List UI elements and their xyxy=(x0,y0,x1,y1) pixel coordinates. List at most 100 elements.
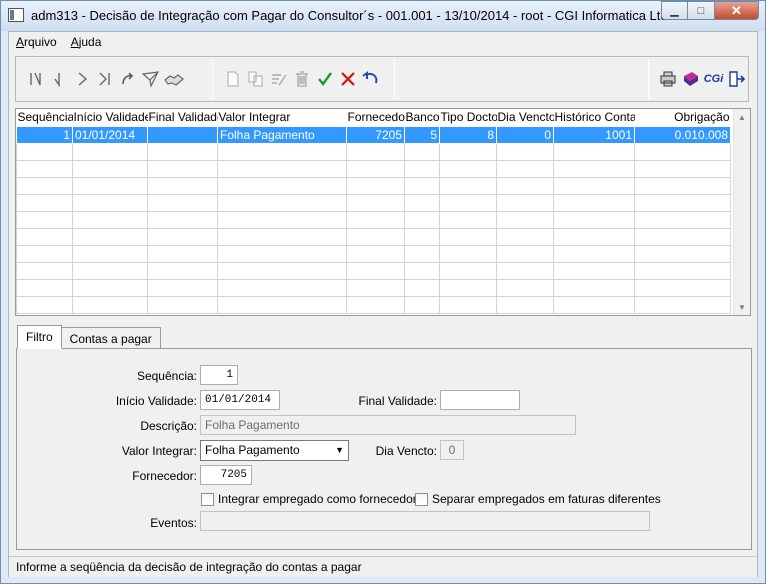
cell-sequencia: 1 xyxy=(16,125,73,144)
table-row-empty[interactable] xyxy=(16,193,731,212)
integrar-empregado-checkbox[interactable]: Integrar empregado como fornecedor xyxy=(201,492,417,506)
empty-cell xyxy=(147,227,218,246)
client-area: Arquivo Ajuda CGi Sequência Início Valid… xyxy=(8,31,758,577)
col-fornecedor[interactable]: Fornecedor xyxy=(346,109,405,126)
empty-cell xyxy=(439,244,497,263)
records-table: Sequência Início Validade Final Validade… xyxy=(16,109,731,314)
empty-cell xyxy=(634,244,731,263)
undo-icon[interactable] xyxy=(359,68,382,90)
handshake-icon[interactable] xyxy=(162,68,185,90)
empty-cell xyxy=(217,278,347,297)
empty-cell xyxy=(439,210,497,229)
next-record-icon[interactable] xyxy=(70,68,93,90)
col-dia-vencto[interactable]: Dia Vencto xyxy=(496,109,554,126)
empty-cell xyxy=(16,159,73,178)
delete-icon[interactable] xyxy=(290,68,313,90)
table-row[interactable]: 1 01/01/2014 Folha Pagamento 7205 5 8 0 … xyxy=(16,125,731,144)
checkbox-box[interactable] xyxy=(201,492,214,506)
col-obrigacao[interactable]: Obrigação xyxy=(634,109,731,126)
empty-cell xyxy=(217,295,347,314)
empty-cell xyxy=(72,142,148,161)
filter-icon[interactable] xyxy=(139,68,162,90)
table-row-empty[interactable] xyxy=(16,210,731,229)
empty-cell xyxy=(553,227,635,246)
empty-cell xyxy=(346,193,405,212)
col-historico-contas[interactable]: Histórico Contas xyxy=(553,109,635,126)
table-row-empty[interactable] xyxy=(16,159,731,178)
col-final-validade[interactable]: Final Validade xyxy=(147,109,218,126)
empty-cell xyxy=(404,142,440,161)
new-record-icon[interactable] xyxy=(221,68,244,90)
empty-cell xyxy=(217,261,347,280)
empty-cell xyxy=(634,227,731,246)
valor-integrar-value: Folha Pagamento xyxy=(205,443,300,457)
cgi-logo[interactable]: CGi xyxy=(702,68,725,90)
table-row-empty[interactable] xyxy=(16,244,731,263)
final-validade-label: Final Validade: xyxy=(358,394,438,408)
separar-empregados-checkbox[interactable]: Separar empregados em faturas diferentes xyxy=(415,492,661,506)
empty-cell xyxy=(217,176,347,195)
menu-ajuda[interactable]: Ajuda xyxy=(71,35,102,49)
col-tipo-docto[interactable]: Tipo Docto xyxy=(439,109,497,126)
title-bar[interactable]: adm313 - Decisão de Integração com Pagar… xyxy=(1,1,765,31)
eventos-label: Eventos: xyxy=(150,516,197,530)
empty-cell xyxy=(634,261,731,280)
edit-icon[interactable] xyxy=(267,68,290,90)
tab-contas-a-pagar[interactable]: Contas a pagar xyxy=(60,327,161,349)
col-sequencia[interactable]: Sequência xyxy=(16,109,73,126)
empty-cell xyxy=(346,278,405,297)
table-row-empty[interactable] xyxy=(16,227,731,246)
close-button[interactable]: ✕ xyxy=(715,1,759,20)
table-row-empty[interactable] xyxy=(16,261,731,280)
dia-vencto-input[interactable]: 0 xyxy=(440,440,464,460)
exit-icon[interactable] xyxy=(725,68,748,90)
empty-cell xyxy=(496,227,554,246)
first-record-icon[interactable] xyxy=(24,68,47,90)
maximize-button[interactable]: □ xyxy=(688,1,715,20)
help-book-icon[interactable] xyxy=(679,68,702,90)
empty-cell xyxy=(496,244,554,263)
empty-cell xyxy=(404,244,440,263)
previous-record-icon[interactable] xyxy=(47,68,70,90)
cell-dia-vencto: 0 xyxy=(496,125,554,144)
sequencia-input[interactable]: 1 xyxy=(200,365,238,385)
empty-cell xyxy=(72,295,148,314)
print-icon[interactable] xyxy=(656,68,679,90)
refresh-icon[interactable] xyxy=(116,68,139,90)
empty-cell xyxy=(496,210,554,229)
empty-cell xyxy=(72,244,148,263)
scroll-down-icon[interactable]: ▼ xyxy=(734,299,750,315)
col-inicio-validade[interactable]: Início Validade xyxy=(72,109,148,126)
copy-icon[interactable] xyxy=(244,68,267,90)
inicio-validade-input[interactable]: 01/01/2014 xyxy=(200,390,280,410)
table-row-empty[interactable] xyxy=(16,295,731,314)
checkbox-box[interactable] xyxy=(415,492,428,506)
tab-filtro[interactable]: Filtro xyxy=(17,325,62,349)
table-row-empty[interactable] xyxy=(16,278,731,297)
records-grid[interactable]: Sequência Início Validade Final Validade… xyxy=(15,108,751,316)
table-row-empty[interactable] xyxy=(16,176,731,195)
empty-cell xyxy=(346,142,405,161)
descricao-input[interactable]: Folha Pagamento xyxy=(200,415,576,435)
menu-arquivo[interactable]: Arquivo xyxy=(16,35,57,49)
empty-cell xyxy=(439,193,497,212)
fornecedor-input[interactable]: 7205 xyxy=(200,465,252,485)
scroll-up-icon[interactable]: ▲ xyxy=(734,109,750,125)
empty-cell xyxy=(634,142,731,161)
app-icon[interactable] xyxy=(8,8,24,22)
empty-cell xyxy=(72,261,148,280)
minimize-button[interactable]: ▁ xyxy=(661,1,688,20)
empty-cell xyxy=(147,193,218,212)
window-title: adm313 - Decisão de Integração com Pagar… xyxy=(31,8,675,23)
cancel-icon[interactable] xyxy=(336,68,359,90)
last-record-icon[interactable] xyxy=(93,68,116,90)
final-validade-input[interactable] xyxy=(440,390,520,410)
grid-vertical-scrollbar[interactable]: ▲ ▼ xyxy=(733,109,750,315)
table-row-empty[interactable] xyxy=(16,142,731,161)
eventos-input[interactable] xyxy=(200,511,650,531)
col-valor-integrar[interactable]: Valor Integrar xyxy=(217,109,347,126)
cell-tipo-docto: 8 xyxy=(439,125,497,144)
valor-integrar-label: Valor Integrar: xyxy=(121,444,197,458)
confirm-icon[interactable] xyxy=(313,68,336,90)
col-banco[interactable]: Banco xyxy=(404,109,440,126)
